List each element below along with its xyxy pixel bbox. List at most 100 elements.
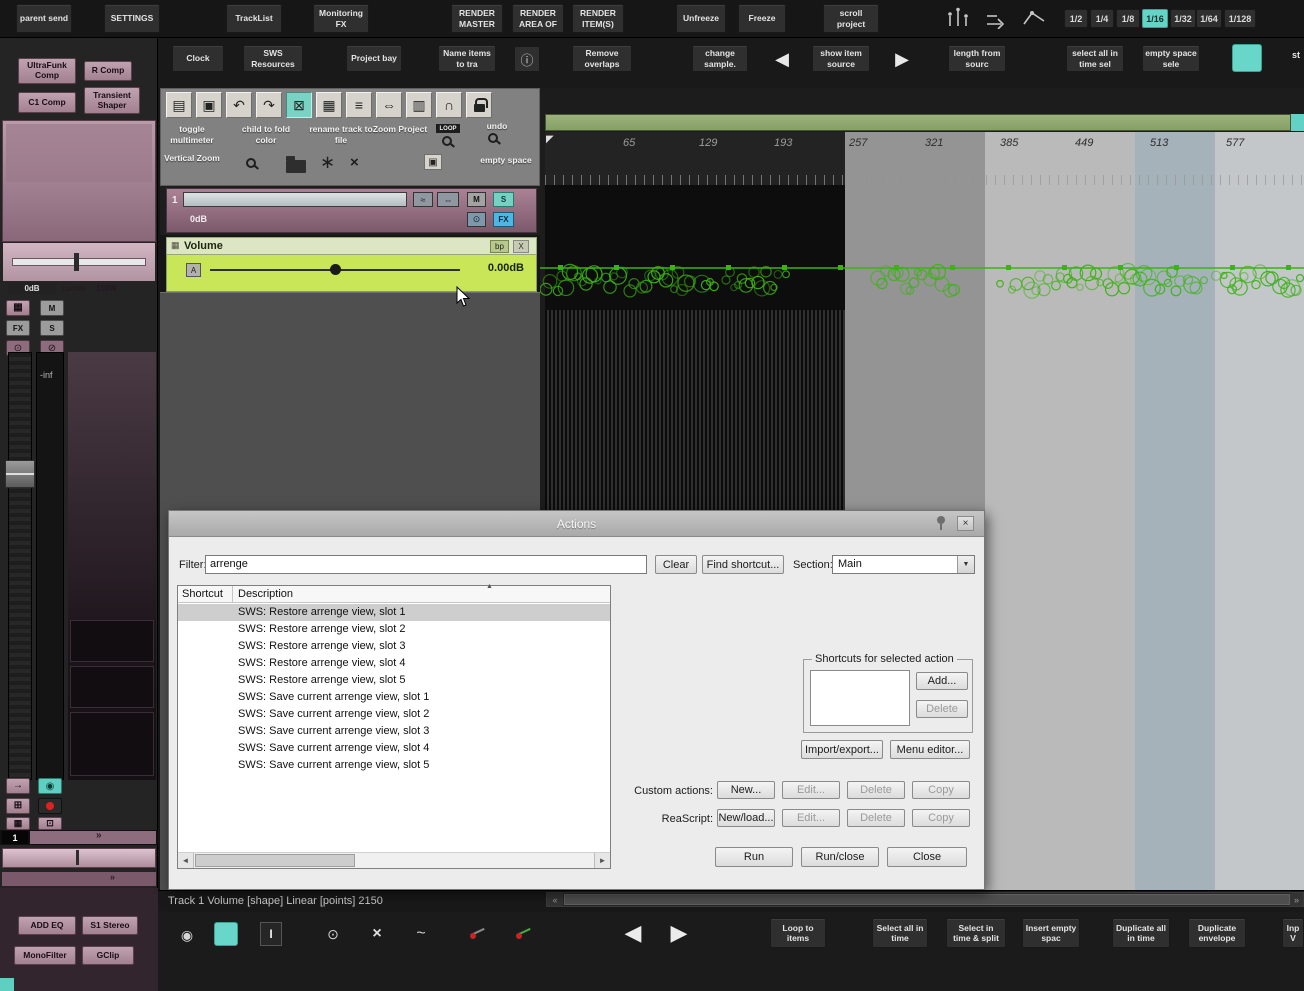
list-icon[interactable]: ≡: [346, 92, 372, 118]
fx-slot-c1-comp[interactable]: C1 Comp: [18, 92, 76, 113]
redo-icon[interactable]: ↷: [256, 92, 282, 118]
scroll-left-icon[interactable]: ◄: [178, 853, 194, 868]
zoom-icon[interactable]: [246, 158, 256, 168]
top-button-monitoring-fx[interactable]: Monitoring FX: [313, 4, 369, 33]
label-rename-track-to-file[interactable]: rename track to file: [308, 124, 374, 145]
glue-icon[interactable]: ~: [410, 922, 432, 946]
undo-icon[interactable]: ↶: [226, 92, 252, 118]
fx-slot-s1-stereo[interactable]: S1 Stereo: [82, 916, 138, 935]
top-button-tracklist[interactable]: TrackList: [226, 4, 282, 33]
grid-division-1-2[interactable]: 1/2: [1064, 9, 1088, 28]
asterisk-icon[interactable]: ∗: [320, 152, 335, 173]
info-icon-button[interactable]: ⓘ: [514, 46, 540, 72]
top-button-parent-send[interactable]: parent send: [16, 4, 72, 33]
razor-icon[interactable]: ×: [366, 922, 388, 946]
column-description[interactable]: Description: [238, 588, 293, 600]
grid-division-1-8[interactable]: 1/8: [1116, 9, 1140, 28]
bottom-button-loop-to-items[interactable]: Loop to items: [770, 918, 826, 948]
top-button-render-item-s[interactable]: RENDER ITEM(S): [572, 4, 624, 33]
scroll-right-icon[interactable]: ►: [594, 853, 610, 868]
add-point-green-icon[interactable]: [514, 922, 534, 942]
toolbar2-button-select-all-in-time-sel[interactable]: select all in time sel: [1066, 45, 1124, 72]
ruler-ticks[interactable]: [545, 175, 1304, 185]
top-button-scroll-project[interactable]: scroll project: [823, 4, 879, 33]
toolbar2-button-length-from-sourc[interactable]: length from sourc: [948, 45, 1006, 72]
grid-division-1-128[interactable]: 1/128: [1224, 9, 1256, 28]
envelope-slider-knob[interactable]: [330, 264, 341, 275]
pan-slider-track[interactable]: [12, 258, 146, 266]
envelope-close-button[interactable]: X: [513, 240, 529, 253]
scrollbar-right-icon[interactable]: »: [1290, 893, 1303, 906]
loop-icon[interactable]: ∩: [436, 92, 462, 118]
monitor-icon[interactable]: [983, 7, 1009, 29]
label-zoom-project[interactable]: Zoom Project: [372, 124, 428, 135]
bottom-button-select-in-time-split[interactable]: Select in time & split: [946, 918, 1006, 948]
label-vertical-zoom[interactable]: Vertical Zoom: [162, 153, 222, 164]
folder-icon[interactable]: [286, 156, 306, 173]
reascript-delete-button[interactable]: Delete: [847, 809, 905, 827]
horizontal-scrollbar[interactable]: « »: [546, 892, 1304, 907]
fx-slot-monofilter[interactable]: MonoFilter: [14, 946, 76, 965]
list-hscrollbar[interactable]: ◄ ►: [178, 852, 610, 868]
envelope-mode-button[interactable]: A: [186, 263, 201, 277]
envelope-bypass-button[interactable]: bp: [490, 240, 509, 253]
record-arm-icon[interactable]: [38, 798, 62, 814]
lock-icon[interactable]: [466, 92, 492, 118]
reascript-new-load-button[interactable]: New/load...: [717, 809, 775, 827]
bottom-button-insert-empty-spac[interactable]: Insert empty spac: [1022, 918, 1080, 948]
send-slot[interactable]: [70, 666, 154, 708]
top-button-render-area-of[interactable]: RENDER AREA OF: [512, 4, 564, 33]
action-row[interactable]: SWS: Restore arrenge view, slot 4: [178, 655, 610, 672]
envelope-point-icon[interactable]: ⊙: [322, 922, 344, 946]
eye-icon[interactable]: ◉: [172, 922, 202, 948]
next-item-icon[interactable]: ▶: [886, 46, 918, 72]
toolbar2-button-clock[interactable]: Clock: [172, 45, 224, 72]
horizontal-fader[interactable]: [2, 848, 156, 868]
region-bar-teal-chip[interactable]: [1291, 114, 1304, 131]
track-volume-readout[interactable]: 0dB: [190, 214, 207, 224]
monitor-button-icon[interactable]: ◉: [38, 778, 62, 794]
grid-dots-icon[interactable]: ⊞: [6, 798, 30, 814]
fx-slot-r-comp[interactable]: R Comp: [84, 61, 132, 81]
bottom-button-duplicate-all-in-time[interactable]: Duplicate all in time: [1112, 918, 1170, 948]
action-row[interactable]: SWS: Restore arrenge view, slot 2: [178, 621, 610, 638]
reascript-edit-button[interactable]: Edit...: [782, 809, 840, 827]
misc-mini-icon[interactable]: ⊡: [38, 817, 62, 830]
grid-icon[interactable]: ▦: [316, 92, 342, 118]
action-row[interactable]: SWS: Restore arrenge view, slot 1: [178, 604, 610, 621]
next-transport-icon[interactable]: ▶: [662, 918, 696, 948]
find-shortcut-button[interactable]: Find shortcut...: [702, 555, 784, 574]
track-fx-button[interactable]: FX: [493, 212, 514, 227]
fx-slot-ultrafunk-comp[interactable]: UltraFunk Comp: [18, 58, 76, 84]
track-name-input[interactable]: [183, 192, 407, 207]
list-header[interactable]: Shortcut Description ▲: [178, 583, 610, 603]
top-button-render-master[interactable]: RENDER MASTER: [451, 4, 503, 33]
import-export-button[interactable]: Import/export...: [801, 740, 883, 759]
top-button-freeze[interactable]: Freeze: [738, 4, 786, 33]
label-empty-space[interactable]: empty space: [478, 155, 534, 166]
action-row[interactable]: SWS: Restore arrenge view, slot 5: [178, 672, 610, 689]
mixer-width-readout[interactable]: 100W: [96, 284, 117, 293]
mixer-track-number[interactable]: 1: [2, 831, 28, 844]
action-row[interactable]: SWS: Save current arrenge view, slot 2: [178, 706, 610, 723]
fader-icon[interactable]: [1021, 7, 1047, 29]
bottom-button-select-all-in-time[interactable]: Select all in time: [872, 918, 928, 948]
delete-shortcut-button[interactable]: Delete: [916, 700, 968, 718]
section-dropdown[interactable]: Main ▼: [832, 555, 975, 574]
send-slot[interactable]: [70, 712, 154, 776]
toolbar2-button-empty-space-sele[interactable]: empty space sele: [1142, 45, 1200, 72]
fx-slot-gclip[interactable]: GClip: [82, 946, 134, 965]
mixer-pan-readout[interactable]: center: [62, 284, 86, 293]
mixer-fx-button[interactable]: FX: [6, 320, 30, 336]
pin-icon[interactable]: [937, 516, 947, 532]
teal-square-icon[interactable]: [214, 922, 238, 946]
toolbar2-partial-button[interactable]: st: [1292, 50, 1300, 60]
save-icon[interactable]: ▣: [196, 92, 222, 118]
mixer-mute-button[interactable]: M: [40, 300, 64, 316]
send-slot[interactable]: [70, 620, 154, 662]
more-chevrons[interactable]: »: [96, 830, 102, 841]
fx-slot-add-eq[interactable]: ADD EQ: [18, 916, 76, 935]
new-file-icon[interactable]: ▤: [166, 92, 192, 118]
toolbar2-button-name-items-to-tra[interactable]: Name items to tra: [438, 45, 496, 72]
column-shortcut[interactable]: Shortcut: [182, 588, 223, 600]
